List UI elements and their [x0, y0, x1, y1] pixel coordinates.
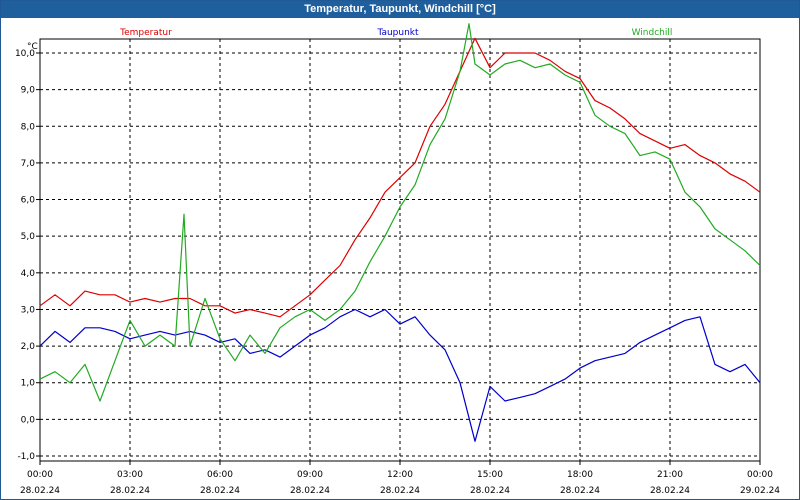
- y-tick-label: 9,0: [21, 86, 36, 96]
- x-tick-date: 29.02.24: [740, 486, 780, 496]
- y-tick-label: 2,0: [21, 342, 36, 352]
- y-tick-label: 3,0: [21, 305, 36, 315]
- y-tick-label: 7,0: [21, 159, 36, 169]
- x-tick-time: 03:00: [117, 470, 143, 480]
- y-tick-label: 4,0: [21, 269, 36, 279]
- y-axis-label: °C: [27, 42, 38, 52]
- y-tick-label: 8,0: [21, 122, 36, 132]
- y-tick-label: 6,0: [21, 196, 36, 206]
- y-tick-label: 0,0: [21, 415, 36, 425]
- x-tick-date: 28.02.24: [380, 486, 420, 496]
- y-tick-label: 5,0: [21, 232, 36, 242]
- y-tick-label: 1,0: [21, 379, 36, 389]
- x-tick-date: 28.02.24: [560, 486, 600, 496]
- chart-window: Temperatur, Taupunkt, Windchill [°C] -1,…: [0, 0, 800, 500]
- y-tick-label: -1,0: [17, 452, 35, 462]
- legend-windchill: Windchill: [632, 28, 673, 38]
- x-tick-date: 28.02.24: [650, 486, 690, 496]
- x-tick-time: 15:00: [477, 470, 503, 480]
- x-tick-time: 21:00: [657, 470, 683, 480]
- x-tick-date: 28.02.24: [110, 486, 150, 496]
- chart: -1,00,01,02,03,04,05,06,07,08,09,010,000…: [15, 23, 780, 496]
- x-tick-time: 18:00: [567, 470, 593, 480]
- x-tick-date: 28.02.24: [20, 486, 60, 496]
- x-tick-time: 00:00: [747, 470, 773, 480]
- x-tick-date: 28.02.24: [470, 486, 510, 496]
- x-tick-time: 06:00: [207, 470, 233, 480]
- x-tick-date: 28.02.24: [200, 486, 240, 496]
- x-tick-time: 00:00: [27, 470, 53, 480]
- x-tick-time: 09:00: [297, 470, 323, 480]
- x-tick-time: 12:00: [387, 470, 413, 480]
- legend-temperatur: Temperatur: [119, 28, 172, 38]
- legend-taupunkt: Taupunkt: [376, 28, 419, 38]
- x-tick-date: 28.02.24: [290, 486, 330, 496]
